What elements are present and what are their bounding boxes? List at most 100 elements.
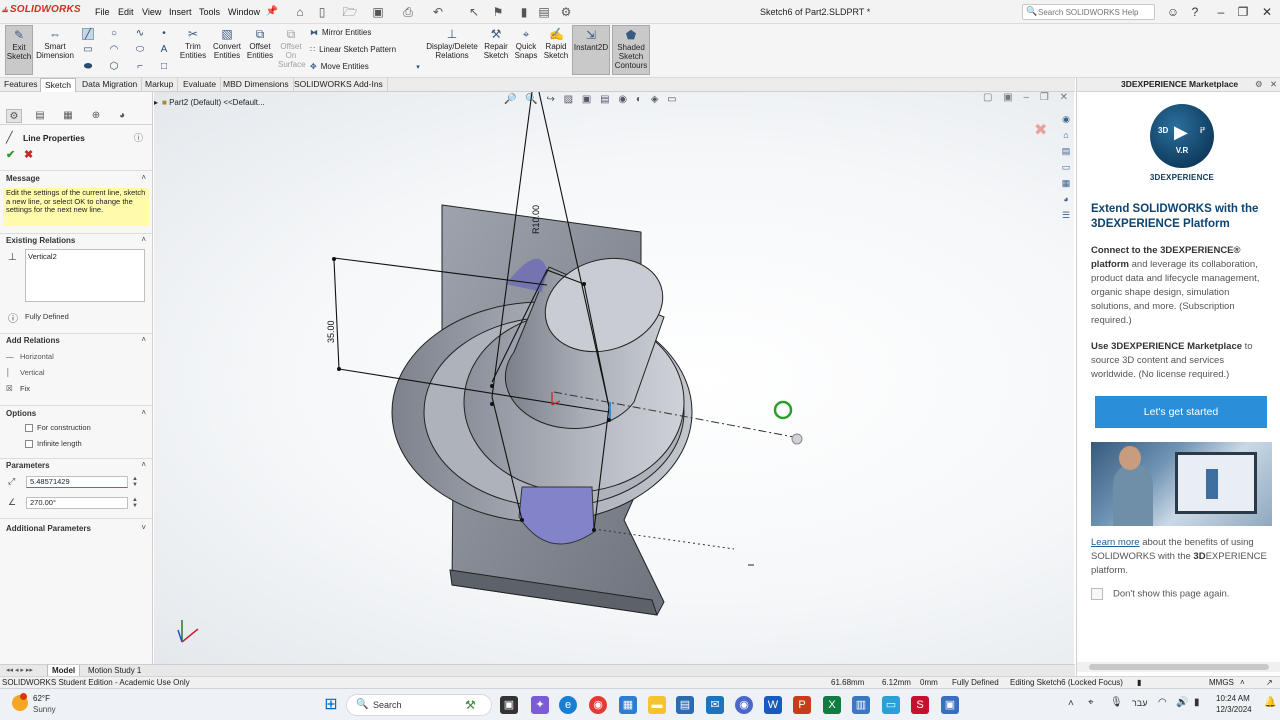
for-construction-checkbox[interactable] <box>25 424 33 433</box>
rapid-sketch-button[interactable]: ✍ Rapid Sketch <box>542 25 570 75</box>
remote-desktop-icon[interactable]: ▭ <box>882 696 900 714</box>
configuration-manager-tab-icon[interactable]: ▦ <box>60 109 76 123</box>
maximize-icon[interactable]: ❐ <box>1234 3 1252 21</box>
additional-parameters-header[interactable]: Additional Parameters <box>6 524 91 533</box>
model-view[interactable]: R10.00 35.00 ✖ <box>154 92 1074 664</box>
undo-icon[interactable]: ↶ <box>430 4 446 20</box>
display-delete-relations-button[interactable]: ⊥ Display/Delete Relations <box>426 25 478 75</box>
powerpoint-icon[interactable]: P <box>793 696 811 714</box>
mirror-entities-button[interactable]: ⧓ Mirror Entities <box>310 28 371 37</box>
infinite-length-checkbox[interactable] <box>25 440 33 449</box>
excel-icon[interactable]: X <box>823 696 841 714</box>
show-hidden-icons-icon[interactable]: ˄ <box>1068 698 1074 709</box>
sketch-point[interactable] <box>582 282 586 286</box>
ellipse-tool-icon[interactable]: ⬭ <box>134 44 146 56</box>
notification-bell-icon[interactable]: 🔔 <box>1264 697 1276 708</box>
app-logo[interactable]: ⫨ SOLIDWORKS <box>2 4 81 15</box>
view-palette-icon[interactable]: ▦ <box>1060 177 1072 189</box>
menu-insert[interactable]: Insert <box>169 7 192 17</box>
rectangle-tool-icon[interactable]: ▭ <box>82 44 94 56</box>
help-search-box[interactable]: 🔍 <box>1022 4 1155 20</box>
home-icon[interactable]: ⌂ <box>292 4 308 20</box>
solidworks-pdm-icon[interactable]: ▣ <box>941 696 959 714</box>
mail-icon[interactable]: ✉ <box>706 696 724 714</box>
trim-entities-button[interactable]: ✂ Trim Entities <box>178 25 208 75</box>
unit-system[interactable]: MMGS <box>1209 677 1234 688</box>
existing-relations-list[interactable]: Vertical2 <box>25 249 145 302</box>
close-icon[interactable]: ✕ <box>1258 3 1276 21</box>
clock-date[interactable]: 12/3/2024 <box>1216 705 1252 714</box>
task-pane-scrollbar[interactable] <box>1077 662 1280 672</box>
tab-sketch[interactable]: Sketch <box>40 78 76 92</box>
smart-dimension-button[interactable]: ⇔ Smart Dimension <box>36 25 74 75</box>
clock-time[interactable]: 10:24 AM <box>1216 694 1250 703</box>
graphics-area[interactable]: ▸ ■ Part2 (Default) <<Default... 🔎 🔍 ↪ ▨ … <box>154 92 1074 664</box>
shaded-sketch-contours-button[interactable]: ⬟ Shaded Sketch Contours <box>612 25 650 75</box>
collapse-chevron-icon[interactable]: ˄ <box>141 335 146 344</box>
location-icon[interactable]: ⌖ <box>1088 697 1094 708</box>
new-document-icon[interactable]: ▯ <box>314 4 330 20</box>
text-tool-icon[interactable]: A <box>158 44 170 56</box>
dont-show-checkbox[interactable] <box>1091 588 1103 600</box>
relation-fix[interactable]: ☒ Fix <box>6 384 30 393</box>
copilot-icon[interactable]: ✦ <box>531 696 549 714</box>
dont-show-again-option[interactable]: Don't show this page again. <box>1091 588 1229 600</box>
height-dimension[interactable]: 35.00 <box>326 320 336 343</box>
expand-chevron-icon[interactable]: ˅ <box>141 523 146 532</box>
instant2d-button[interactable]: ⇲ Instant2D <box>572 25 610 75</box>
menu-edit[interactable]: Edit <box>118 7 134 17</box>
task-view-icon[interactable]: ▣ <box>500 696 518 714</box>
length-input[interactable]: 5.48571429 <box>26 476 128 488</box>
battery-icon[interactable]: ▮ <box>1194 697 1200 708</box>
fillet-tool-icon[interactable]: ⌐ <box>134 61 146 73</box>
arc-tool-icon[interactable]: ◠ <box>108 44 120 56</box>
onenote-icon[interactable]: ▥ <box>852 696 870 714</box>
tab-mbd-dimensions[interactable]: MBD Dimensions <box>219 78 294 92</box>
line-tool-icon[interactable]: ╱ <box>82 28 94 40</box>
tab-solidworks-addins[interactable]: SOLIDWORKS Add-Ins <box>290 78 388 92</box>
chrome-icon[interactable]: ◉ <box>589 696 607 714</box>
angle-spinner[interactable]: ▲ ▼ <box>129 497 141 509</box>
display-manager-tab-icon[interactable]: ◕ <box>114 109 130 123</box>
quick-snaps-button[interactable]: ⌖ Quick Snaps <box>513 25 539 75</box>
radius-dimension[interactable]: R10.00 <box>531 205 541 234</box>
cancel-x-icon[interactable]: ✖ <box>24 148 33 161</box>
tab-markup[interactable]: Markup <box>141 78 179 92</box>
point-tool-icon[interactable]: • <box>158 28 170 40</box>
add-relations-header[interactable]: Add Relations <box>6 336 60 345</box>
file-explorer-tab-icon[interactable]: ▭ <box>1060 161 1072 173</box>
collapse-chevron-icon[interactable]: ˄ <box>141 235 146 244</box>
help-search-input[interactable] <box>1038 7 1148 18</box>
sketch-point[interactable] <box>490 402 494 406</box>
windows-start-icon[interactable]: ⊞ <box>322 696 340 714</box>
dimension-line[interactable] <box>333 259 340 370</box>
rebuild-status-icon[interactable]: ▮ <box>1137 677 1141 688</box>
move-entities-dropdown-icon[interactable]: ▾ <box>412 62 424 74</box>
circle-tool-icon[interactable]: ○ <box>108 28 120 40</box>
property-manager-tab-icon[interactable]: ▤ <box>32 109 48 123</box>
convert-entities-button[interactable]: ▧ Convert Entities <box>211 25 243 75</box>
exit-sketch-button[interactable]: ✎ Exit Sketch <box>5 25 33 75</box>
repair-sketch-button[interactable]: ⚒ Repair Sketch <box>482 25 510 75</box>
slot-tool-icon[interactable]: ⬬ <box>82 61 94 73</box>
tab-data-migration[interactable]: Data Migration <box>78 78 143 92</box>
relation-vertical[interactable]: │ Vertical <box>6 368 45 377</box>
scrollbar-thumb[interactable] <box>1089 664 1269 670</box>
menu-view[interactable]: View <box>142 7 161 17</box>
sketch-point[interactable] <box>332 257 336 261</box>
sketch-point[interactable] <box>520 518 524 522</box>
open-icon[interactable]: 🗁 <box>342 4 358 20</box>
message-header[interactable]: Message <box>6 174 40 183</box>
infinite-length-option[interactable]: Infinite length <box>25 439 82 449</box>
options-gear-icon[interactable]: ⚙ <box>558 4 574 20</box>
plane-tool-icon[interactable]: □ <box>158 61 170 73</box>
collapse-chevron-icon[interactable]: ˄ <box>141 173 146 182</box>
solidworks-taskbar-icon[interactable]: S <box>911 696 929 714</box>
wifi-icon[interactable]: ◠ <box>1158 697 1167 708</box>
menu-file[interactable]: File <box>95 7 110 17</box>
ok-checkmark-icon[interactable]: ✔ <box>6 148 15 161</box>
weather-desc[interactable]: Sunny <box>33 705 56 714</box>
existing-relations-header[interactable]: Existing Relations <box>6 236 75 245</box>
task-pane-options-icon[interactable]: ⚙ <box>1255 78 1263 91</box>
for-construction-option[interactable]: For construction <box>25 423 91 433</box>
